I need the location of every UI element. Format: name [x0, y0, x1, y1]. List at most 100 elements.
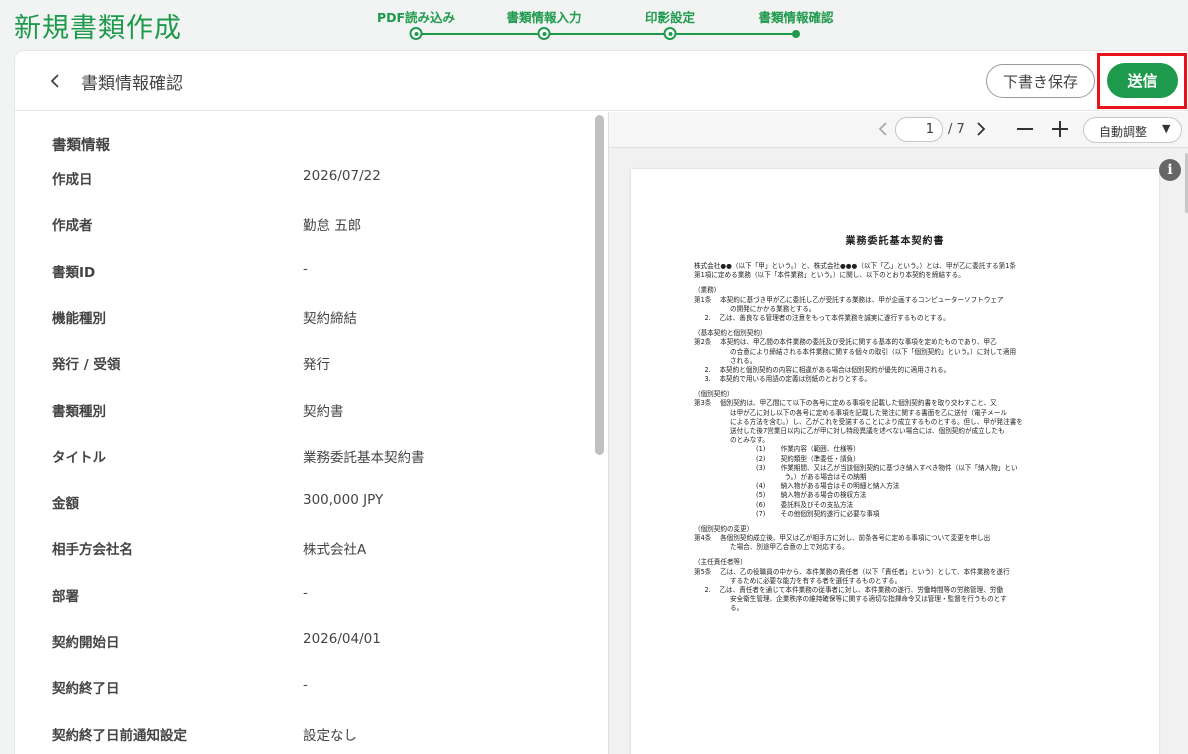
document-line: （基本契約と個別契約） [694, 329, 767, 338]
step-dot-completed [663, 27, 677, 40]
info-row: 書類ID - [52, 261, 572, 285]
document-info-panel: 書類情報 作成日 2026/07/22 作成者 勤怠 五郎 書類ID - 機能種別 契約締結発… [15, 112, 593, 754]
info-label: 書類種別 [52, 403, 106, 420]
document-line: は甲が乙に対し以下の各号に定める事項を記載した発注に関する書面を乙に送付（電子メ… [730, 408, 1007, 417]
info-scrollbar-thumb[interactable] [595, 115, 604, 455]
caret-down-icon: ▼ [1162, 122, 1171, 135]
info-row: 作成日 2026/07/22 [52, 168, 572, 192]
save-draft-button[interactable]: 下書き保存 [986, 64, 1095, 98]
info-label: 契約終了日前通知設定 [52, 727, 187, 744]
info-row: 金額 300,000 JPY [52, 492, 572, 516]
info-label: タイトル [52, 449, 106, 466]
document-line: される。 [730, 356, 757, 365]
document-line: （個別契約の変更） [694, 524, 754, 533]
viewer-toolbar: 1 / 7 自動調整 ▼ [609, 112, 1188, 148]
document-line: 2. 乙は、善良なる管理者の注意をもって本件業務を誠実に遂行するものとする。 [694, 313, 950, 322]
info-value: 契約締結 [303, 310, 357, 327]
document-line: (5) 納入物がある場合の検収方法 [756, 491, 867, 500]
zoom-out-button[interactable] [1014, 118, 1036, 140]
info-label: 作成日 [52, 172, 93, 188]
document-line: (6) 委託料及びその支払方法 [756, 500, 854, 509]
info-row: 契約終了日 - [52, 677, 572, 701]
document-line: のとみなす。 [730, 436, 769, 445]
document-line: の合意により締結される本件業務に関する個々の取引（以下「個別契約」という。）に対… [730, 347, 1017, 356]
info-label: 金額 [52, 496, 79, 513]
zoom-in-button[interactable] [1049, 118, 1071, 140]
info-label: 機能種別 [52, 310, 106, 327]
minus-icon [1017, 128, 1033, 130]
info-value: 株式会社A [303, 542, 367, 559]
plus-icon [1052, 121, 1068, 137]
document-line: 2. 本契約と個別契約の内容に相違がある場合は個別契約が優先的に適用される。 [694, 365, 951, 374]
document-line: 2. 乙は、責任者を通じて本件業務の従事者に対し、本件業務の遂行、労働時間等の労… [694, 586, 1003, 594]
document-title: 業務委託基本契約書 [845, 236, 945, 247]
document-line: (2) 契約類型（準委任・請負） [756, 454, 860, 463]
step-dot-completed [537, 27, 551, 40]
prev-page-button[interactable] [872, 118, 894, 140]
info-value: 2026/07/22 [303, 168, 381, 184]
document-line: 第4条 各個別契約成立後、甲又は乙が相手方に対し、前条各号に定める事項について変… [694, 534, 991, 543]
info-label: 書類ID [52, 264, 96, 281]
step-label-pdf-import: PDF読み込み [376, 10, 456, 25]
info-icon[interactable]: i [1159, 159, 1181, 181]
info-row: 部署 - [52, 585, 572, 609]
card-header: 書類情報確認 下書き保存 送信 [15, 51, 1188, 111]
step-dot-completed [409, 27, 423, 40]
header-title: 書類情報確認 [81, 74, 183, 94]
document-line: (4) 納入物がある場合はその明細と納入方法 [756, 482, 900, 491]
document-line: る。 [730, 604, 744, 613]
info-row: 契約開始日 2026/04/01 [52, 631, 572, 655]
document-line: （主任責任者等） [694, 558, 747, 567]
info-label: 部署 [52, 588, 79, 605]
document-line: による方法を含む。）し、乙がこれを受諾することにより成立するものとする。但し、甲… [730, 417, 1023, 426]
info-value: 2026/04/01 [303, 631, 381, 647]
page-number-input[interactable]: 1 [895, 117, 943, 142]
info-row: 契約終了日前通知設定 設定なし [52, 724, 572, 748]
info-value: 業務委託基本契約書 [303, 449, 425, 466]
document-line: するために必要な能力を有する者を選任するものとする。 [730, 576, 902, 585]
chevron-left-icon [50, 74, 59, 88]
section-title: 書類情報 [52, 138, 110, 154]
next-page-button[interactable] [970, 118, 992, 140]
info-row: 書類種別 契約書 [52, 400, 572, 424]
info-label: 作成者 [52, 218, 93, 235]
info-value: - [303, 584, 308, 601]
info-row: 発行 / 受領 発行 [52, 353, 572, 377]
page-title: 新規書類作成 [14, 13, 182, 44]
info-label: 契約開始日 [52, 635, 120, 651]
info-label: 契約終了日 [52, 681, 120, 698]
info-label: 発行 / 受領 [52, 357, 121, 374]
info-label: 相手方会社名 [52, 542, 133, 559]
stepper-line [416, 33, 797, 35]
document-line: の開発にかかる業務とする。 [730, 304, 816, 313]
page-total: / 7 [948, 122, 965, 137]
document-line: 第5条 乙は、乙の役職員の中から、本件業務の責任者（以下「責任者」という）として… [694, 567, 1010, 576]
document-line: 第2条 本契約は、甲乙間の本件業務の委託及び受託に関する基本的な事項を定めたもの… [694, 338, 997, 347]
document-line: (1) 作業内容（範囲、仕様等） [756, 445, 860, 454]
info-value: 300,000 JPY [303, 492, 384, 509]
step-label-doc-info-confirm: 書類情報確認 [758, 10, 834, 25]
step-dot-current [792, 30, 800, 38]
back-button[interactable] [45, 69, 65, 93]
main-card: 書類情報確認 下書き保存 送信 書類情報 作成日 2026/07/22 作成者 勤怠 … [14, 50, 1188, 754]
info-row: 作成者 勤怠 五郎 [52, 214, 572, 238]
step-label-doc-info-input: 書類情報入力 [506, 10, 582, 25]
zoom-select-value: 自動調整 [1099, 125, 1148, 139]
document-line: 第1条 本契約に基づき甲が乙に委託し乙が受託する業務は、甲が企画するコンピュータ… [694, 295, 1004, 304]
document-body: 株式会社●●（以下「甲」という。）と、株式会社●●●（以下「乙」という。）とは、… [694, 262, 1100, 614]
info-row: タイトル 業務委託基本契約書 [52, 446, 572, 470]
info-value: - [303, 677, 308, 694]
document-line: (7) その他個別契約遂行に必要な事項 [756, 509, 880, 518]
info-row: 機能種別 契約締結 [52, 307, 572, 331]
info-value: 発行 [303, 357, 330, 374]
info-value: 設定なし [303, 727, 357, 744]
send-button[interactable]: 送信 [1107, 63, 1178, 98]
chevron-left-icon [878, 122, 887, 136]
document-line: 株式会社●●（以下「甲」という。）と、株式会社●●●（以下「乙」という。）とは、… [694, 262, 1017, 270]
document-line: 3. 本契約で用いる用語の定義は別紙のとおりとする。 [694, 375, 871, 384]
info-value: 勤怠 五郎 [303, 218, 362, 235]
chevron-right-icon [977, 122, 986, 136]
document-line: う。）がある場合はその納期 [756, 472, 867, 481]
pdf-page: 業務委託基本契約書 株式会社●●（以下「甲」という。）と、株式会社●●●（以下「… [631, 169, 1159, 754]
zoom-select[interactable]: 自動調整 ▼ [1083, 117, 1182, 143]
